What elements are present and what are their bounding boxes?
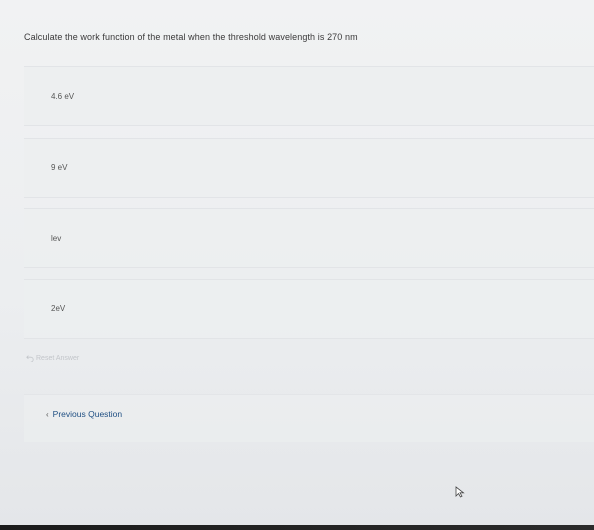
answer-option-label: 2eV [51,304,66,313]
navigation-panel: ‹ Previous Question [24,394,594,442]
chevron-left-icon: ‹ [46,409,49,419]
reset-answer-button[interactable]: Reset Answer [26,354,79,362]
answer-option-label: lev [51,234,62,243]
answer-option-4[interactable]: 2eV [24,279,594,339]
reset-answer-label: Reset Answer [36,354,80,362]
question-text: Calculate the work function of the metal… [24,32,358,42]
answer-option-3[interactable]: lev [24,208,594,268]
answer-option-label: 9 eV [51,163,68,172]
previous-question-label: Previous Question [52,409,123,419]
taskbar-edge [0,525,594,530]
answer-option-2[interactable]: 9 eV [24,138,594,198]
answer-option-1[interactable]: 4.6 eV [24,66,594,126]
previous-question-button[interactable]: ‹ Previous Question [46,409,122,419]
undo-icon [26,355,34,362]
answer-option-label: 4.6 eV [51,92,75,101]
mouse-cursor-icon [455,486,465,498]
